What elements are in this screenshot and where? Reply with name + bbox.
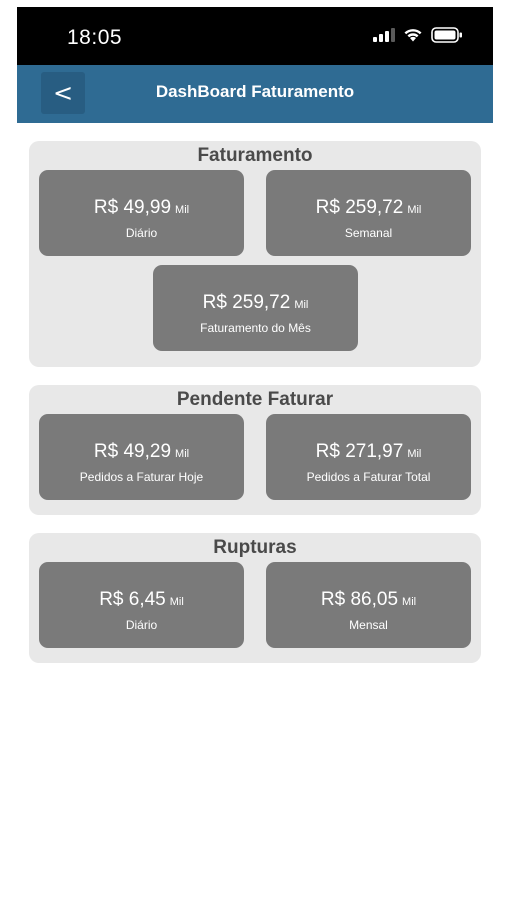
card-label: Diário <box>125 226 158 240</box>
battery-icon <box>431 26 463 48</box>
card-value: R$ 49,99 <box>93 197 172 218</box>
card-label: Pedidos a Faturar Hoje <box>79 470 204 484</box>
section-title: Rupturas <box>213 537 297 558</box>
card-value: R$ 271,97 <box>315 441 404 462</box>
card-value: R$ 86,05 <box>320 589 399 610</box>
card-label: Semanal <box>344 226 393 240</box>
card-pedidos-faturar-hoje[interactable]: R$ 49,29 Mil Pedidos a Faturar Hoje <box>39 414 244 500</box>
section-pendente-faturar: Pendente Faturar R$ 49,29 Mil Pedidos a F… <box>29 385 481 515</box>
card-rupturas-mensal[interactable]: R$ 86,05 Mil Mensal <box>266 562 471 648</box>
card-pedidos-faturar-total[interactable]: R$ 271,97 Mil Pedidos a Faturar Total <box>266 414 471 500</box>
card-unit: Mil <box>175 204 190 216</box>
section-title: Pendente Faturar <box>176 389 334 410</box>
card-unit: Mil <box>407 448 422 460</box>
card-label: Pedidos a Faturar Total <box>306 470 431 484</box>
status-bar: 18:05 <box>17 7 493 65</box>
card-unit: Mil <box>294 299 309 311</box>
card-faturamento-mes[interactable]: R$ 259,72 Mil Faturamento do Mês <box>153 265 358 351</box>
card-unit: Mil <box>407 204 422 216</box>
card-label: Mensal <box>349 618 388 632</box>
card-value: R$ 259,72 <box>315 197 404 218</box>
card-unit: Mil <box>175 448 190 460</box>
wifi-icon <box>403 27 423 47</box>
card-value: R$ 49,29 <box>93 441 172 462</box>
section-title: Faturamento <box>197 145 313 166</box>
card-value: R$ 6,45 <box>99 589 166 610</box>
card-value: R$ 259,72 <box>202 292 291 313</box>
section-faturamento: Faturamento R$ 49,99 Mil Diário R$ 259,72… <box>29 141 481 367</box>
card-label: Faturamento do Mês <box>200 321 311 335</box>
signal-icon <box>373 27 395 47</box>
card-unit: Mil <box>402 596 417 608</box>
card-label: Diário <box>125 618 158 632</box>
card-faturamento-semanal[interactable]: R$ 259,72 Mil Semanal <box>266 170 471 256</box>
card-unit: Mil <box>169 596 184 608</box>
phone-screen: 18:05 < DashBoard Faturamento Faturament… <box>17 7 493 900</box>
status-time: 18:05 <box>67 26 123 49</box>
card-rupturas-diario[interactable]: R$ 6,45 Mil Diário <box>39 562 244 648</box>
page-title: DashBoard Faturamento <box>155 82 355 101</box>
card-faturamento-diario[interactable]: R$ 49,99 Mil Diário <box>39 170 244 256</box>
app-header: < DashBoard Faturamento <box>17 65 493 123</box>
section-rupturas: Rupturas R$ 6,45 Mil Diário R$ 86,05 Mil M… <box>29 533 481 663</box>
status-icons <box>373 26 463 48</box>
